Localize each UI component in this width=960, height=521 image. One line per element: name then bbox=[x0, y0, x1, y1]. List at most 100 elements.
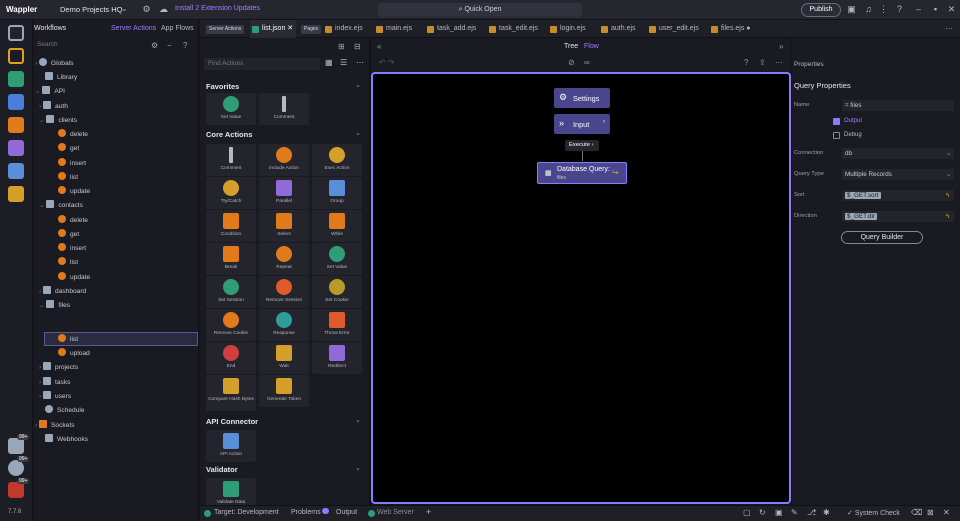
add-icon[interactable]: + bbox=[426, 507, 431, 517]
tree-item-schedule[interactable]: Schedule bbox=[33, 404, 197, 417]
close-icon[interactable]: ✕ bbox=[946, 4, 957, 15]
tools-icon[interactable]: ✎ bbox=[791, 508, 798, 517]
window-icon[interactable]: ▣ bbox=[775, 508, 783, 517]
tree-item-contacts-get[interactable]: get bbox=[33, 228, 197, 241]
bell-icon[interactable]: ♫ bbox=[863, 4, 874, 15]
system-check-button[interactable]: ✓ System Check bbox=[847, 509, 900, 517]
action-redirect[interactable]: Redirect bbox=[312, 342, 362, 374]
chevron-down-icon[interactable]: ⌄ bbox=[355, 416, 361, 424]
gear-icon[interactable]: ⚙ bbox=[151, 41, 158, 50]
tree-item-contacts-list[interactable]: list bbox=[33, 256, 197, 269]
panel-icon[interactable]: ▢ bbox=[743, 508, 751, 517]
tree-item-clients-get[interactable]: get bbox=[33, 142, 197, 155]
maximize-icon[interactable]: ▪ bbox=[930, 4, 941, 15]
section-core-actions[interactable]: Core Actions bbox=[206, 130, 252, 139]
chevron-down-icon[interactable]: ⌄ bbox=[355, 81, 361, 89]
database-query-node[interactable]: ▦ Database Query: files ↪ bbox=[537, 162, 627, 184]
connection-select[interactable]: db ⌄ bbox=[842, 148, 954, 159]
tree-item-tasks[interactable]: › tasks bbox=[33, 376, 197, 389]
tree-item-dashboard[interactable]: › dashboard bbox=[33, 285, 197, 298]
action-exec[interactable]: Exec Action bbox=[312, 144, 362, 176]
more-icon[interactable]: ⋯ bbox=[775, 58, 783, 67]
flow-canvas[interactable]: ⚙ Settings » Input › Execute › ▦ Databas… bbox=[371, 72, 791, 504]
undo-icon[interactable]: ↶ ↷ bbox=[379, 58, 395, 67]
extension-icon[interactable]: ☁ bbox=[158, 4, 169, 15]
git-icon[interactable] bbox=[8, 48, 24, 64]
tree-item-files[interactable]: ⌄ files bbox=[33, 299, 197, 312]
tab-index-ejs[interactable]: index.ejs bbox=[323, 20, 363, 38]
bundle-icon[interactable]: ⊟ bbox=[354, 42, 361, 51]
tab-app-flows[interactable]: App Flows bbox=[161, 25, 194, 32]
action-comment[interactable]: Comment bbox=[259, 93, 309, 125]
extension-updates-link[interactable]: Install 2 Extension Updates bbox=[175, 5, 260, 12]
search-input[interactable]: Search bbox=[37, 41, 149, 52]
settings-icon[interactable] bbox=[8, 460, 24, 476]
settings-node[interactable]: ⚙ Settings bbox=[554, 88, 610, 108]
tab-flow-view[interactable]: Flow bbox=[584, 43, 599, 50]
expand-left-icon[interactable]: « bbox=[377, 42, 381, 51]
help-icon[interactable]: ? bbox=[183, 41, 187, 50]
tab-files-ejs[interactable]: files.ejs ● bbox=[709, 20, 751, 38]
layout-icon[interactable]: ▣ bbox=[846, 4, 857, 15]
disable-icon[interactable]: ⊘ bbox=[568, 58, 575, 67]
action-comment[interactable]: Comment bbox=[206, 144, 256, 176]
tree-item-users[interactable]: › users bbox=[33, 390, 197, 403]
output-tab[interactable]: Output bbox=[336, 509, 357, 516]
action-set-cookie[interactable]: Set Cookie bbox=[312, 276, 362, 308]
chat-icon[interactable] bbox=[8, 438, 24, 454]
direction-field[interactable]: $_GET.dir ϟ bbox=[842, 211, 954, 222]
problems-tab[interactable]: Problems bbox=[291, 509, 321, 516]
query-builder-button[interactable]: Query Builder bbox=[841, 231, 923, 244]
quick-open-search[interactable]: ⌕ Quick Open bbox=[378, 3, 582, 17]
bolt-icon[interactable]: ϟ bbox=[946, 190, 949, 201]
tree-item-library[interactable]: Library bbox=[33, 71, 197, 84]
heart-icon[interactable] bbox=[8, 482, 24, 498]
section-validator[interactable]: Validator bbox=[206, 465, 238, 474]
tab-login-ejs[interactable]: login.ejs bbox=[548, 20, 586, 38]
chevron-down-icon[interactable]: ⌄ bbox=[355, 464, 361, 472]
tree-item-files-upload[interactable]: upload bbox=[33, 347, 197, 360]
action-while[interactable]: While bbox=[312, 210, 362, 242]
tree-item-clients-update[interactable]: update bbox=[33, 185, 197, 198]
more-icon[interactable]: ⋮ bbox=[878, 4, 889, 15]
action-include[interactable]: Include Action bbox=[259, 144, 309, 176]
tree-item-clients-insert[interactable]: insert bbox=[33, 157, 197, 170]
project-selector[interactable]: Demo Projects HQ bbox=[60, 5, 123, 14]
action-set-value[interactable]: Set Value bbox=[206, 93, 256, 125]
clean-icon[interactable]: ⌫ bbox=[911, 508, 922, 517]
link-icon[interactable]: ∞ bbox=[584, 58, 590, 67]
git-icon[interactable]: ⎇ bbox=[807, 508, 816, 517]
action-compare-hash[interactable]: Compare Hash Bytes bbox=[206, 375, 256, 411]
tab-main-ejs[interactable]: main.ejs bbox=[374, 20, 412, 38]
action-remove-session[interactable]: Remove Session bbox=[259, 276, 309, 308]
help-icon[interactable]: ? bbox=[744, 58, 748, 67]
tab-task-add-ejs[interactable]: task_add.ejs bbox=[425, 20, 476, 38]
tab-list-json[interactable]: list.json ✕ bbox=[250, 20, 296, 38]
tree-item-auth[interactable]: › auth bbox=[33, 100, 197, 113]
workflows-icon[interactable] bbox=[8, 71, 24, 87]
action-end[interactable]: End bbox=[206, 342, 256, 374]
tab-task-edit-ejs[interactable]: task_edit.ejs bbox=[487, 20, 538, 38]
database-icon[interactable] bbox=[8, 94, 24, 110]
tab-auth-ejs[interactable]: auth.ejs bbox=[599, 20, 636, 38]
bolt-icon[interactable]: ϟ bbox=[946, 211, 949, 222]
routing-icon[interactable] bbox=[8, 117, 24, 133]
action-api-action[interactable]: API Action bbox=[206, 430, 256, 462]
tree-item-clients-delete[interactable]: delete bbox=[33, 128, 197, 141]
action-try-catch[interactable]: Try/Catch bbox=[206, 177, 256, 209]
pages-icon[interactable] bbox=[8, 25, 24, 41]
action-repeat[interactable]: Repeat bbox=[259, 243, 309, 275]
sort-field[interactable]: $_GET.sort ϟ bbox=[842, 190, 954, 201]
action-response[interactable]: Response bbox=[259, 309, 309, 341]
tree-item-contacts[interactable]: ⌄ contacts bbox=[33, 199, 197, 212]
tree-item-contacts-insert[interactable]: insert bbox=[33, 242, 197, 255]
grid-view-icon[interactable]: ▦ bbox=[325, 58, 333, 67]
name-field[interactable]: ⌗ files bbox=[842, 100, 954, 111]
action-condition[interactable]: Condition bbox=[206, 210, 256, 242]
tree-item-files-list[interactable]: list bbox=[44, 332, 198, 346]
assets-icon[interactable] bbox=[8, 163, 24, 179]
action-group[interactable]: Group bbox=[312, 177, 362, 209]
action-set-session[interactable]: Set Session bbox=[206, 276, 256, 308]
tree-item-projects[interactable]: › projects bbox=[33, 361, 197, 374]
trash-icon[interactable]: ⊠ bbox=[927, 508, 934, 517]
